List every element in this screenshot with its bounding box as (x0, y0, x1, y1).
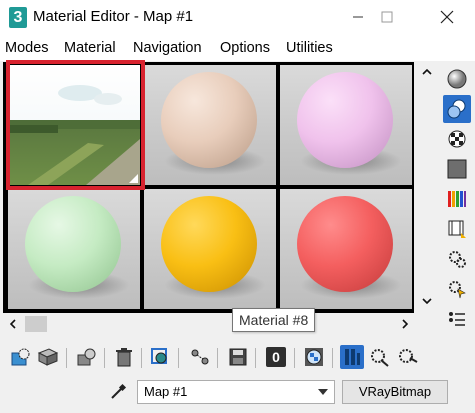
reset-map-button[interactable] (112, 345, 136, 369)
backlight-button[interactable] (443, 95, 471, 123)
make-unique-icon (191, 349, 209, 365)
material-sphere (25, 196, 121, 292)
chevron-right-icon (402, 319, 408, 329)
backlight-icon (447, 99, 466, 119)
window-title: Material Editor - Map #1 (33, 8, 194, 25)
toolbar-separator (141, 348, 142, 368)
toolbar-separator (178, 348, 179, 368)
toolbar-separator (294, 348, 295, 368)
map-type-button[interactable]: VRayBitmap (342, 380, 448, 404)
sample-slot-6[interactable] (280, 189, 412, 309)
dropdown-arrow-icon (318, 389, 328, 395)
menu-navigation[interactable]: Navigation (133, 40, 202, 56)
slot-tooltip: Material #8 (232, 308, 316, 332)
scroll-right-button[interactable] (395, 314, 415, 334)
assign-material-to-selection-button[interactable] (74, 345, 98, 369)
map-name-value: Map #1 (144, 384, 188, 399)
get-material-button[interactable] (9, 345, 33, 369)
background-button[interactable] (443, 125, 471, 153)
sample-uv-tiling-button[interactable] (443, 155, 471, 183)
go-to-parent-icon (371, 349, 389, 367)
make-material-copy-button[interactable] (149, 345, 173, 369)
make-preview-button[interactable] (443, 215, 471, 243)
minimize-icon (353, 16, 363, 18)
eyedropper-icon (111, 383, 127, 399)
toolbar-separator (104, 348, 105, 368)
get-material-icon (11, 348, 30, 366)
menu-options[interactable]: Options (220, 40, 270, 56)
close-button[interactable] (424, 0, 470, 34)
material-sphere (161, 196, 257, 292)
square-tile-icon (447, 159, 467, 179)
map-name-row: Map #1 VRayBitmap (0, 378, 475, 408)
checker-background-icon (448, 130, 466, 148)
sample-slot-3[interactable] (280, 65, 412, 185)
make-unique-button[interactable] (188, 345, 212, 369)
sphere-sample-icon (447, 69, 467, 89)
film-preview-icon (448, 220, 466, 238)
assign-to-selection-icon (77, 348, 96, 366)
menu-modes[interactable]: Modes (5, 40, 49, 56)
gears-icon (449, 251, 466, 268)
save-disk-icon (229, 348, 247, 366)
maximize-button[interactable] (364, 0, 410, 34)
bottom-toolbar: 0 (0, 342, 475, 374)
maximize-icon (381, 11, 393, 23)
put-material-to-scene-button[interactable] (36, 345, 60, 369)
select-by-material-icon (449, 281, 466, 299)
chevron-down-icon (422, 298, 432, 304)
scroll-down-button[interactable] (416, 291, 438, 311)
app-icon: 3 (9, 7, 27, 28)
slot-corner-marker (129, 174, 138, 183)
material-map-navigator-button[interactable] (443, 305, 471, 333)
pick-material-from-object-button[interactable] (106, 381, 130, 403)
sample-slot-1[interactable] (8, 65, 140, 185)
sample-slot-5[interactable] (144, 189, 276, 309)
sample-slot-2[interactable] (144, 65, 276, 185)
show-end-result-button[interactable] (340, 345, 364, 369)
close-icon (440, 10, 454, 24)
sample-type-button[interactable] (443, 65, 471, 93)
material-id-channel-button[interactable]: 0 (264, 345, 288, 369)
put-to-scene-icon (37, 348, 59, 366)
select-by-material-button[interactable] (443, 275, 471, 303)
material-sphere (161, 72, 257, 168)
menu-bar: Modes Material Navigation Options Utilit… (0, 36, 475, 61)
map-name-dropdown[interactable]: Map #1 (137, 380, 335, 404)
menu-material[interactable]: Material (64, 40, 116, 56)
trash-icon (116, 348, 132, 367)
sample-slot-grid (3, 62, 414, 313)
scroll-up-button[interactable] (416, 62, 438, 82)
show-end-result-icon (345, 349, 360, 365)
toolbar-separator (332, 348, 333, 368)
toolbar-separator (217, 348, 218, 368)
go-to-sibling-icon (399, 349, 418, 363)
horizontal-scroll-thumb[interactable] (25, 316, 47, 332)
checker-sphere-icon (305, 348, 323, 366)
copy-material-icon (151, 348, 167, 364)
chevron-up-icon (422, 69, 432, 75)
go-to-parent-button[interactable] (368, 345, 392, 369)
horizontal-scrollbar[interactable] (3, 314, 414, 334)
options-button[interactable] (443, 245, 471, 273)
put-to-library-button[interactable] (226, 345, 250, 369)
material-sphere (297, 72, 393, 168)
toolbar-separator (66, 348, 67, 368)
vertical-scrollbar[interactable] (416, 62, 438, 313)
sample-slot-4[interactable] (8, 189, 140, 309)
material-sphere (297, 196, 393, 292)
go-forward-to-sibling-button[interactable] (396, 345, 420, 369)
show-shaded-material-in-viewport-button[interactable] (302, 345, 326, 369)
right-toolbar (441, 62, 475, 342)
scroll-left-button[interactable] (3, 314, 23, 334)
navigator-tree-icon (449, 312, 465, 326)
menu-utilities[interactable]: Utilities (286, 40, 333, 56)
toolbar-separator (255, 348, 256, 368)
landscape-bitmap-image (8, 65, 140, 185)
title-bar: 3 Material Editor - Map #1 (0, 0, 475, 36)
chevron-left-icon (10, 319, 16, 329)
material-id-value: 0 (266, 347, 286, 367)
video-color-check-button[interactable] (443, 185, 471, 213)
color-bars-icon (448, 191, 466, 207)
